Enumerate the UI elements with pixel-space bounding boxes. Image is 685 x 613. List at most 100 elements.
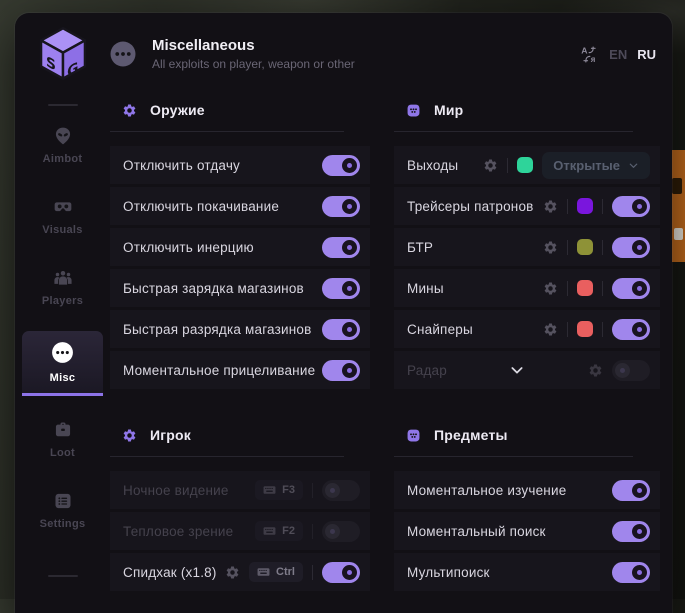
control-divider — [567, 240, 568, 255]
section-title: Игрок — [150, 427, 191, 443]
sidebar-bottom-divider — [48, 575, 78, 577]
toggle-off[interactable] — [612, 360, 650, 381]
setting-label: Быстрая зарядка магазинов — [123, 281, 304, 296]
setting-label: Быстрая разрядка магазинов — [123, 322, 311, 337]
toggle-on[interactable] — [612, 480, 650, 501]
toggle-on[interactable] — [612, 521, 650, 542]
settings-list-icon — [53, 491, 73, 511]
row-controls — [543, 278, 650, 299]
toggle-on[interactable] — [322, 196, 360, 217]
toggle-on[interactable] — [322, 237, 360, 258]
toggle-on[interactable] — [612, 562, 650, 583]
section-header: Предметы — [394, 422, 660, 443]
page-subtitle: All exploits on player, weapon or other — [152, 57, 355, 71]
gear-icon[interactable] — [543, 240, 558, 255]
setting-row: Мины — [394, 269, 660, 307]
setting-row: БТР — [394, 228, 660, 266]
row-controls — [612, 521, 650, 542]
chevron-down-icon[interactable] — [509, 362, 525, 378]
setting-row: Спидхак (x1.8)Ctrl — [110, 553, 370, 591]
gear-icon[interactable] — [543, 281, 558, 296]
sidebar-item-aimbot[interactable]: Aimbot — [15, 118, 110, 173]
toggle-on[interactable] — [322, 360, 360, 381]
setting-label: Трейсеры патронов — [407, 199, 534, 214]
control-divider — [312, 524, 313, 539]
gear-icon[interactable] — [543, 322, 558, 337]
lang-ru-button[interactable]: RU — [637, 47, 656, 62]
setting-row: Быстрая зарядка магазинов — [110, 269, 370, 307]
keybind-badge[interactable]: Ctrl — [249, 562, 303, 582]
setting-row: Тепловое зрение F2 — [110, 512, 370, 550]
toggle-knob — [342, 281, 357, 296]
setting-label: Моментальное изучение — [407, 483, 566, 498]
gear-icon[interactable] — [225, 565, 240, 580]
setting-row: Моментальный поиск — [394, 512, 660, 550]
section-items: Предметы Моментальное изучение Моментальны… — [394, 422, 660, 594]
toggle-knob — [342, 158, 357, 173]
dropdown[interactable]: Открытые — [542, 152, 650, 179]
row-controls: F3 — [255, 480, 360, 501]
control-divider — [312, 483, 313, 498]
setting-row: Моментальное прицеливание — [110, 351, 370, 389]
color-swatch[interactable] — [577, 321, 593, 337]
control-divider — [602, 199, 603, 214]
toggle-on[interactable] — [322, 562, 360, 583]
toggle-off[interactable] — [322, 521, 360, 542]
sidebar-item-misc[interactable]: Misc — [22, 331, 103, 396]
sidebar-item-label: Settings — [40, 518, 86, 530]
gear-icon[interactable] — [588, 363, 603, 378]
background-sign — [672, 150, 685, 262]
color-swatch[interactable] — [577, 239, 593, 255]
toggle-knob — [615, 363, 630, 378]
gear-icon — [122, 103, 137, 118]
ellipsis-circle-icon — [108, 39, 138, 69]
gear-icon[interactable] — [483, 158, 498, 173]
toggle-knob — [325, 483, 340, 498]
section-header: Мир — [394, 97, 660, 118]
toggle-knob — [632, 524, 647, 539]
setting-label: Ночное видение — [123, 483, 229, 498]
brand-logo-icon: S G — [37, 25, 89, 82]
sidebar-item-players[interactable]: Players — [15, 260, 110, 315]
sidebar-item-label: Misc — [50, 372, 76, 384]
keybind-badge[interactable]: F2 — [255, 521, 303, 541]
setting-label: Тепловое зрение — [123, 524, 233, 539]
row-controls — [322, 319, 360, 340]
color-swatch[interactable] — [577, 198, 593, 214]
control-divider — [602, 240, 603, 255]
toggle-on[interactable] — [612, 196, 650, 217]
setting-row: Ночное видение F3 — [110, 471, 370, 509]
toggle-knob — [632, 565, 647, 580]
toggle-knob — [632, 281, 647, 296]
lang-en-button[interactable]: EN — [609, 47, 627, 62]
page-titles: Miscellaneous All exploits on player, we… — [152, 37, 355, 71]
toggle-off[interactable] — [322, 480, 360, 501]
toggle-on[interactable] — [612, 278, 650, 299]
gear-icon[interactable] — [543, 199, 558, 214]
toggle-knob — [342, 199, 357, 214]
toggle-knob — [342, 565, 357, 580]
section-divider — [110, 131, 344, 132]
content: ОружиеОтключить отдачуОтключить покачива… — [110, 97, 660, 613]
sidebar-item-label: Players — [42, 295, 83, 307]
sidebar-item-label: Loot — [50, 447, 75, 459]
keybind-label: F2 — [282, 525, 295, 537]
color-swatch[interactable] — [577, 280, 593, 296]
control-divider — [507, 158, 508, 173]
toggle-on[interactable] — [322, 278, 360, 299]
keybind-badge[interactable]: F3 — [255, 480, 303, 500]
row-controls — [588, 360, 650, 381]
sidebar-item-settings[interactable]: Settings — [15, 483, 110, 538]
control-divider — [567, 281, 568, 296]
toggle-on[interactable] — [612, 319, 650, 340]
sidebar-item-visuals[interactable]: Visuals — [15, 189, 110, 244]
sidebar-item-label: Visuals — [42, 224, 82, 236]
toggle-on[interactable] — [612, 237, 650, 258]
right-column: МирВыходыОткрытыеТрейсеры патроновБТРМин… — [394, 97, 660, 613]
toggle-knob — [342, 363, 357, 378]
section-header: Оружие — [110, 97, 370, 118]
color-swatch[interactable] — [517, 157, 533, 173]
sidebar-item-loot[interactable]: Loot — [15, 412, 110, 467]
toggle-on[interactable] — [322, 319, 360, 340]
toggle-on[interactable] — [322, 155, 360, 176]
